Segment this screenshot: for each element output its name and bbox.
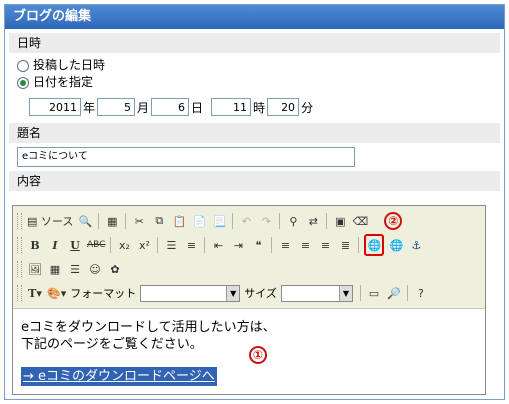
content-section-label: 内容 bbox=[9, 171, 500, 191]
smiley-icon[interactable]: ☺ bbox=[87, 260, 103, 278]
toolbar-row-4: T▾ 🎨▾ フォーマット ▼ サイズ ▼ ▭ 🔎 ? bbox=[17, 281, 481, 305]
toolbar-row-1: ▤ ソース 🔍 ▦ ✂ ⧉ 📋 📄 📃 ↶ ↷ ⚲ ⇄ ▣ ⌫ ② bbox=[17, 209, 481, 233]
table-icon[interactable]: ▦ bbox=[47, 260, 63, 278]
radio-posted-datetime[interactable]: 投稿した日時 bbox=[5, 57, 504, 74]
separator bbox=[279, 213, 281, 229]
day-input[interactable]: 6 bbox=[151, 98, 190, 116]
subscript-icon[interactable]: x₂ bbox=[116, 236, 132, 254]
separator bbox=[326, 213, 328, 229]
image-icon[interactable]: 🖼 bbox=[27, 260, 43, 278]
insert-link-icon[interactable]: 🌐 bbox=[364, 234, 385, 256]
align-left-icon[interactable]: ≡ bbox=[277, 236, 293, 254]
year-input[interactable]: 2011 bbox=[29, 98, 81, 116]
separator bbox=[125, 213, 127, 229]
toolbar-row-3: 🖼 ▦ ☰ ☺ ✿ bbox=[17, 257, 481, 281]
source-icon: ▤ bbox=[27, 214, 38, 228]
day-unit: 日 bbox=[191, 100, 204, 115]
align-right-icon[interactable]: ≡ bbox=[317, 236, 333, 254]
italic-icon[interactable]: I bbox=[47, 236, 63, 254]
show-blocks-icon[interactable]: 🔎 bbox=[386, 284, 402, 302]
text-color-icon[interactable]: T▾ bbox=[27, 284, 43, 302]
anchor-icon[interactable]: ⚓ bbox=[408, 236, 424, 254]
copy-icon[interactable]: ⧉ bbox=[151, 212, 167, 230]
source-button[interactable]: ▤ ソース bbox=[27, 212, 73, 230]
radio-posted-icon[interactable] bbox=[17, 59, 29, 72]
separator bbox=[98, 213, 100, 229]
select-all-icon[interactable]: ▣ bbox=[332, 212, 348, 230]
format-select[interactable]: ▼ bbox=[140, 284, 241, 302]
help-icon[interactable]: ? bbox=[413, 284, 429, 302]
toolbar-grip bbox=[17, 213, 22, 229]
radio-specify-label: 日付を指定 bbox=[33, 75, 94, 89]
size-select[interactable]: ▼ bbox=[280, 284, 353, 302]
superscript-icon[interactable]: x² bbox=[136, 236, 152, 254]
separator bbox=[110, 237, 112, 253]
callout-marker-1: ① bbox=[249, 346, 267, 364]
paste-word-icon[interactable]: 📃 bbox=[211, 212, 227, 230]
minute-input[interactable]: 20 bbox=[267, 98, 300, 116]
redo-icon[interactable]: ↷ bbox=[258, 212, 274, 230]
paste-text-icon[interactable]: 📄 bbox=[191, 212, 207, 230]
background-color-icon[interactable]: 🎨▾ bbox=[47, 284, 66, 302]
bold-icon[interactable]: B bbox=[27, 236, 43, 254]
indent-icon[interactable]: ⇥ bbox=[230, 236, 246, 254]
download-page-link[interactable]: → eコミのダウンロードページへ bbox=[21, 367, 217, 386]
separator bbox=[358, 237, 360, 253]
chevron-down-icon: ▼ bbox=[338, 285, 352, 301]
panel-title: ブログの編集 bbox=[5, 5, 504, 29]
toolbar-grip bbox=[17, 285, 22, 301]
find-icon[interactable]: ⚲ bbox=[285, 212, 301, 230]
datetime-section-label: 日時 bbox=[9, 33, 500, 53]
toolbar-row-2: B I U ABC x₂ x² ☰ ≡ ⇤ ⇥ ❝ ≡ ≡ ≡ ≣ 🌐 🌐 ⚓ bbox=[17, 233, 481, 257]
minute-unit: 分 bbox=[301, 100, 314, 115]
subject-section-label: 題名 bbox=[9, 123, 500, 143]
unlink-icon[interactable]: 🌐 bbox=[388, 236, 404, 254]
radio-specify-icon[interactable] bbox=[17, 76, 29, 89]
cut-icon[interactable]: ✂ bbox=[131, 212, 147, 230]
align-center-icon[interactable]: ≡ bbox=[297, 236, 313, 254]
preview-icon[interactable]: 🔍 bbox=[77, 212, 93, 230]
format-label: フォーマット bbox=[70, 287, 137, 300]
undo-icon[interactable]: ↶ bbox=[238, 212, 254, 230]
template-icon[interactable]: ▦ bbox=[104, 212, 120, 230]
rich-text-editor: ▤ ソース 🔍 ▦ ✂ ⧉ 📋 📄 📃 ↶ ↷ ⚲ ⇄ ▣ ⌫ ② B I U bbox=[12, 205, 486, 395]
separator bbox=[406, 285, 408, 301]
callout-marker-2: ② bbox=[384, 212, 403, 230]
hour-input[interactable]: 11 bbox=[211, 98, 252, 116]
hour-unit: 時 bbox=[253, 100, 266, 115]
editor-toolbar: ▤ ソース 🔍 ▦ ✂ ⧉ 📋 📄 📃 ↶ ↷ ⚲ ⇄ ▣ ⌫ ② B I U bbox=[13, 206, 485, 309]
size-label: サイズ bbox=[244, 287, 277, 300]
maximize-icon[interactable]: ▭ bbox=[366, 284, 382, 302]
special-char-icon[interactable]: ✿ bbox=[107, 260, 123, 278]
replace-icon[interactable]: ⇄ bbox=[305, 212, 321, 230]
separator bbox=[232, 213, 234, 229]
justify-icon[interactable]: ≣ bbox=[337, 236, 353, 254]
outdent-icon[interactable]: ⇤ bbox=[210, 236, 226, 254]
separator bbox=[157, 237, 159, 253]
radio-specify-date[interactable]: 日付を指定 bbox=[5, 74, 504, 91]
subject-input[interactable]: eコミについて bbox=[17, 147, 355, 167]
month-input[interactable]: 5 bbox=[97, 98, 136, 116]
separator bbox=[204, 237, 206, 253]
horizontal-rule-icon[interactable]: ☰ bbox=[67, 260, 83, 278]
underline-icon[interactable]: U bbox=[67, 236, 83, 254]
month-unit: 月 bbox=[137, 100, 150, 115]
bullet-list-icon[interactable]: ≡ bbox=[183, 236, 199, 254]
source-label: ソース bbox=[40, 215, 74, 228]
separator bbox=[359, 285, 361, 301]
toolbar-grip bbox=[17, 237, 22, 253]
body-line-1: eコミをダウンロードして活用したい方は、 bbox=[21, 320, 276, 335]
date-fields: 2011 年 5 月 6 日 11 時 20 分 bbox=[5, 95, 504, 119]
remove-format-icon[interactable]: ⌫ bbox=[352, 212, 369, 230]
radio-posted-label: 投稿した日時 bbox=[33, 58, 106, 72]
blockquote-icon[interactable]: ❝ bbox=[250, 236, 266, 254]
paste-icon[interactable]: 📋 bbox=[171, 212, 187, 230]
chevron-down-icon: ▼ bbox=[226, 285, 240, 301]
strikethrough-icon[interactable]: ABC bbox=[87, 236, 105, 254]
year-unit: 年 bbox=[83, 100, 96, 115]
separator bbox=[271, 237, 273, 253]
toolbar-grip bbox=[17, 261, 22, 277]
numbered-list-icon[interactable]: ☰ bbox=[163, 236, 179, 254]
